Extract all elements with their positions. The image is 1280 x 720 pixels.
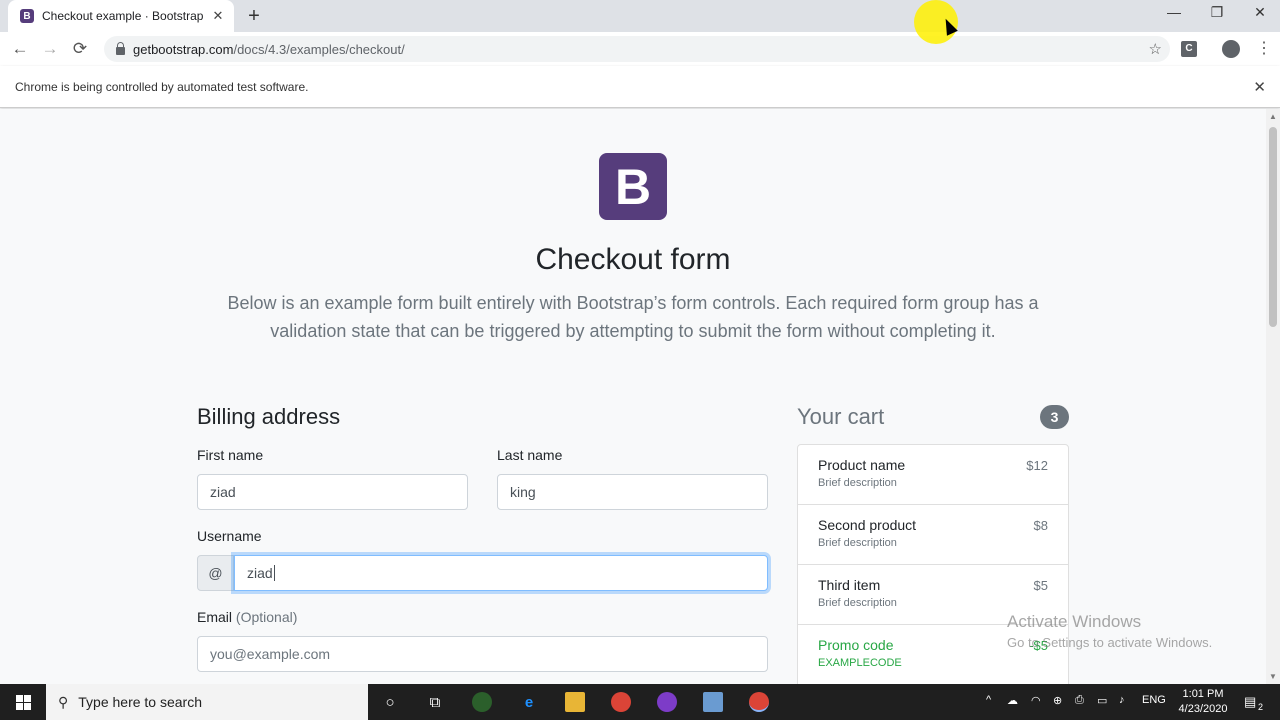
taskbar-clock[interactable]: 1:01 PM 4/23/2020: [1175, 687, 1231, 717]
cortana-icon[interactable]: ○: [380, 692, 400, 712]
bootstrap-favicon-icon: B: [20, 9, 34, 23]
tab-title: Checkout example · Bootstrap: [42, 9, 204, 23]
display-icon[interactable]: ⎙: [1075, 694, 1084, 707]
extension-c-icon[interactable]: C: [1181, 41, 1197, 57]
automation-infobar: Chrome is being controlled by automated …: [0, 66, 1280, 108]
url-path: /docs/4.3/examples/checkout/: [233, 41, 405, 57]
windows-taskbar: ⚲ Type here to search ○ ⧉ e ^ ☁ ◠ ⊕ ⎙ ▭ …: [0, 684, 1280, 720]
task-view-icon[interactable]: ⧉: [425, 692, 445, 712]
last-name-value: king: [510, 484, 536, 500]
menu-icon[interactable]: ⋮: [1256, 38, 1272, 58]
promo-code: EXAMPLECODE: [818, 657, 902, 669]
scroll-thumb[interactable]: [1269, 127, 1277, 327]
app-blue-icon[interactable]: [703, 692, 723, 712]
window-close-icon[interactable]: ✕: [1245, 4, 1275, 21]
cart-item-name: Product name: [818, 457, 906, 473]
back-icon[interactable]: ←: [9, 39, 31, 59]
cart-item-desc: Brief description: [818, 537, 897, 549]
bookmark-star-icon[interactable]: ☆: [1149, 40, 1162, 58]
cart-item-desc: Brief description: [818, 597, 897, 609]
taskbar-search[interactable]: ⚲ Type here to search: [46, 684, 368, 720]
cart-item-price: $8: [1033, 518, 1048, 533]
scroll-up-icon[interactable]: ▲: [1269, 112, 1277, 121]
clock-date: 4/23/2020: [1178, 703, 1228, 715]
url-domain: getbootstrap.com: [133, 41, 234, 57]
cart-item: Second product Brief description $8: [798, 505, 1068, 565]
username-label: Username: [197, 528, 262, 544]
watermark-subtitle: Go to Settings to activate Windows.: [1007, 635, 1213, 650]
watermark-title: Activate Windows: [1007, 612, 1142, 631]
page-content: B Checkout form Below is an example form…: [0, 109, 1266, 684]
activate-windows-watermark: Activate Windows Go to Settings to activ…: [1007, 612, 1212, 650]
tray-expand-icon[interactable]: ^: [986, 694, 991, 706]
cart-item-price: $12: [1026, 458, 1048, 473]
notification-icon[interactable]: ▤: [1244, 694, 1256, 710]
clock-time: 1:01 PM: [1182, 688, 1224, 700]
username-input[interactable]: ziad: [234, 555, 768, 591]
minimize-icon[interactable]: —: [1159, 4, 1189, 20]
bootstrap-logo: B: [599, 153, 667, 220]
username-value: ziad: [247, 565, 273, 581]
usb-icon[interactable]: ⊕: [1053, 694, 1062, 707]
cart-heading: Your cart: [797, 404, 885, 429]
cart-count-badge: 3: [1040, 405, 1069, 429]
cart-item-name: Second product: [818, 517, 917, 533]
address-bar[interactable]: getbootstrap.com/docs/4.3/examples/check…: [104, 36, 1170, 62]
email-placeholder: you@example.com: [210, 646, 331, 662]
new-tab-icon[interactable]: +: [244, 5, 264, 28]
cart-item-name: Third item: [818, 577, 881, 593]
page-lead: Below is an example form built entirely …: [227, 293, 1039, 341]
tab-close-icon[interactable]: ✕: [210, 8, 226, 24]
chrome-active-icon[interactable]: [749, 692, 769, 712]
first-name-input[interactable]: ziad: [197, 474, 468, 510]
battery-icon[interactable]: ▭: [1097, 694, 1107, 707]
billing-heading: Billing address: [197, 404, 341, 429]
chrome-icon[interactable]: [611, 692, 631, 712]
lock-icon: [116, 41, 125, 55]
language-indicator[interactable]: ENG: [1142, 694, 1166, 706]
cart-item: Product name Brief description $12: [798, 445, 1068, 505]
last-name-input[interactable]: king: [497, 474, 768, 510]
volume-icon[interactable]: ♪: [1119, 694, 1125, 706]
text-caret: [273, 565, 275, 581]
reload-icon[interactable]: ⟳: [69, 39, 91, 59]
email-optional-text: (Optional): [235, 609, 298, 625]
account-icon[interactable]: [1222, 40, 1240, 58]
browser-tab-bar: B Checkout example · Bootstrap ✕ + — ❐ ✕: [0, 0, 1280, 32]
email-input[interactable]: you@example.com: [197, 636, 768, 672]
infobar-text: Chrome is being controlled by automated …: [15, 79, 309, 94]
app-icon[interactable]: [472, 692, 492, 712]
search-icon: ⚲: [58, 693, 69, 710]
start-button[interactable]: [0, 684, 46, 720]
browser-tab[interactable]: B Checkout example · Bootstrap ✕: [8, 0, 234, 32]
infobar-close-icon[interactable]: ✕: [1253, 78, 1266, 96]
cart-item-price: $5: [1033, 578, 1048, 593]
app-purple-icon[interactable]: [657, 692, 677, 712]
windows-logo-icon: [15, 694, 31, 710]
onedrive-icon[interactable]: ☁: [1007, 694, 1018, 707]
email-label: Email (Optional): [197, 609, 297, 625]
taskbar-search-placeholder: Type here to search: [78, 694, 203, 710]
first-name-value: ziad: [210, 484, 236, 500]
restore-icon[interactable]: ❐: [1202, 4, 1232, 21]
forward-icon[interactable]: →: [39, 39, 61, 59]
edge-icon[interactable]: e: [519, 692, 539, 712]
page-scrollbar[interactable]: ▲ ▼: [1266, 109, 1280, 684]
browser-toolbar: ← → ⟳ getbootstrap.com/docs/4.3/examples…: [0, 32, 1280, 66]
last-name-label: Last name: [497, 447, 563, 463]
scroll-down-icon[interactable]: ▼: [1269, 672, 1277, 681]
first-name-label: First name: [197, 447, 264, 463]
notification-count: 2: [1258, 702, 1264, 712]
username-at-prefix: @: [197, 555, 234, 591]
cart-item-desc: Brief description: [818, 477, 897, 489]
file-explorer-icon[interactable]: [565, 692, 585, 712]
email-label-text: Email: [197, 609, 233, 625]
page-title: Checkout form: [535, 243, 731, 276]
network-icon[interactable]: ◠: [1031, 694, 1041, 707]
